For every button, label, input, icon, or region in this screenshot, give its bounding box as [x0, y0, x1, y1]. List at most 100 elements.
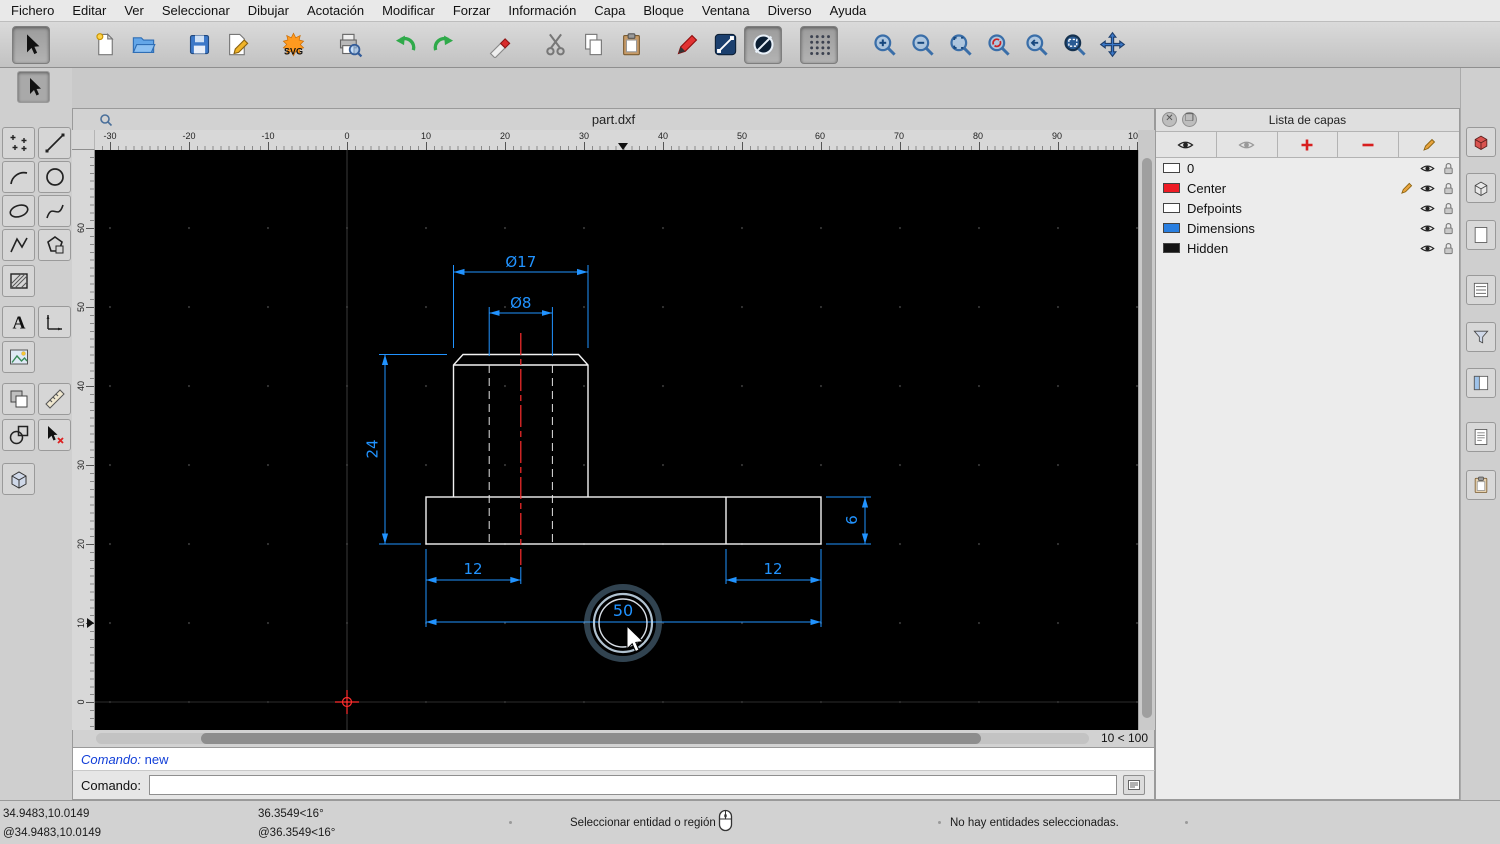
paste-button[interactable] — [612, 26, 650, 64]
show-all-layers-button[interactable] — [1156, 132, 1217, 157]
vertical-scrollbar-thumb[interactable] — [1142, 158, 1152, 718]
tool-circle[interactable] — [38, 161, 71, 193]
palette-select-button[interactable] — [17, 71, 50, 103]
menu-forzar[interactable]: Forzar — [444, 3, 500, 18]
layer-panel-header: ✕ ❐ Lista de capas — [1156, 109, 1459, 132]
zoom-redraw-button[interactable] — [979, 26, 1017, 64]
tool-modify[interactable] — [2, 419, 35, 451]
open-file-button[interactable] — [124, 26, 162, 64]
print-preview-button[interactable] — [330, 26, 368, 64]
tool-draw-order[interactable] — [2, 383, 35, 415]
tool-solid[interactable] — [2, 463, 35, 495]
new-file-button[interactable] — [86, 26, 124, 64]
dock-sheet-button[interactable] — [1466, 220, 1496, 250]
dock-notes-button[interactable] — [1466, 422, 1496, 452]
tool-measure[interactable] — [38, 383, 71, 415]
select-button[interactable] — [12, 26, 50, 64]
copy-icon — [580, 31, 607, 58]
menu-seleccionar[interactable]: Seleccionar — [153, 3, 239, 18]
layer-lock-toggle[interactable] — [1438, 222, 1459, 235]
grid-toggle-button[interactable] — [800, 26, 838, 64]
close-panel-button[interactable]: ✕ — [1162, 112, 1177, 127]
tool-spline[interactable] — [38, 195, 71, 227]
drawing-canvas[interactable]: Ø17 Ø8 24 6 12 12 50 — [95, 150, 1138, 730]
menu-dibujar[interactable]: Dibujar — [239, 3, 298, 18]
eraser-button[interactable] — [480, 26, 518, 64]
save-as-button[interactable] — [218, 26, 256, 64]
eye-icon — [1177, 139, 1194, 151]
horizontal-scrollbar-thumb[interactable] — [201, 733, 981, 744]
document-window-icon — [99, 113, 113, 127]
command-panel-button[interactable] — [1123, 775, 1145, 795]
layer-lock-toggle[interactable] — [1438, 162, 1459, 175]
tool-ellipse[interactable] — [2, 195, 35, 227]
dock-layer-list-button[interactable] — [1466, 275, 1496, 305]
add-layer-button[interactable] — [1278, 132, 1339, 157]
dock-block-button[interactable] — [1466, 173, 1496, 203]
pen-attributes-button[interactable] — [668, 26, 706, 64]
zoom-in-button[interactable] — [865, 26, 903, 64]
horizontal-scrollbar[interactable] — [96, 733, 1089, 744]
dock-library-button[interactable] — [1466, 127, 1496, 157]
cut-button[interactable] — [536, 26, 574, 64]
zoom-out-button[interactable] — [903, 26, 941, 64]
menu-editar[interactable]: Editar — [63, 3, 115, 18]
menu-acotacion[interactable]: Acotación — [298, 3, 373, 18]
layer-row-dimensions[interactable]: Dimensions — [1156, 218, 1459, 238]
zoom-auto-button[interactable] — [941, 26, 979, 64]
layer-row-defpoints[interactable]: Defpoints — [1156, 198, 1459, 218]
menu-modificar[interactable]: Modificar — [373, 3, 444, 18]
cube-outline-icon — [1471, 178, 1491, 198]
undo-button[interactable] — [386, 26, 424, 64]
undock-panel-button[interactable]: ❐ — [1182, 112, 1197, 127]
menu-diverso[interactable]: Diverso — [759, 3, 821, 18]
layer-row-0[interactable]: 0 — [1156, 158, 1459, 178]
menu-informacion[interactable]: Información — [499, 3, 585, 18]
hruler-label: -10 — [261, 131, 274, 141]
tool-hatch[interactable] — [2, 265, 35, 297]
pan-button[interactable] — [1093, 26, 1131, 64]
tool-arc[interactable] — [2, 161, 35, 193]
layer-lock-toggle[interactable] — [1438, 182, 1459, 195]
dock-properties-button[interactable] — [1466, 368, 1496, 398]
redo-button[interactable] — [424, 26, 462, 64]
menu-ayuda[interactable]: Ayuda — [821, 3, 876, 18]
layer-visibility-toggle[interactable] — [1417, 203, 1438, 214]
save-button[interactable] — [180, 26, 218, 64]
tool-dimension[interactable] — [38, 306, 71, 338]
copy-button[interactable] — [574, 26, 612, 64]
hruler-label: 60 — [815, 131, 825, 141]
zoom-window-button[interactable] — [1055, 26, 1093, 64]
zoom-previous-button[interactable] — [1017, 26, 1055, 64]
line-attributes-button[interactable] — [706, 26, 744, 64]
menu-ventana[interactable]: Ventana — [693, 3, 759, 18]
tool-snap[interactable] — [38, 419, 71, 451]
vertical-scrollbar[interactable] — [1138, 150, 1155, 730]
layer-lock-toggle[interactable] — [1438, 242, 1459, 255]
draft-mode-button[interactable] — [744, 26, 782, 64]
layer-row-hidden[interactable]: Hidden — [1156, 238, 1459, 258]
remove-layer-button[interactable] — [1338, 132, 1399, 157]
tool-image[interactable] — [2, 341, 35, 373]
tool-points[interactable] — [2, 127, 35, 159]
command-input[interactable] — [149, 775, 1117, 795]
tool-polygon[interactable] — [38, 229, 71, 261]
menu-bloque[interactable]: Bloque — [634, 3, 692, 18]
dock-filter-button[interactable] — [1466, 322, 1496, 352]
layer-lock-toggle[interactable] — [1438, 202, 1459, 215]
hide-all-layers-button[interactable] — [1217, 132, 1278, 157]
menu-ver[interactable]: Ver — [115, 3, 153, 18]
menu-capa[interactable]: Capa — [585, 3, 634, 18]
layer-visibility-toggle[interactable] — [1417, 183, 1438, 194]
layer-visibility-toggle[interactable] — [1417, 243, 1438, 254]
svg-export-button[interactable]: SVG — [274, 26, 312, 64]
tool-text[interactable]: A — [2, 306, 35, 338]
dock-clipboard-button[interactable] — [1466, 470, 1496, 500]
layer-visibility-toggle[interactable] — [1417, 163, 1438, 174]
tool-polyline[interactable] — [2, 229, 35, 261]
tool-line[interactable] — [38, 127, 71, 159]
layer-row-center[interactable]: Center — [1156, 178, 1459, 198]
layer-visibility-toggle[interactable] — [1417, 223, 1438, 234]
edit-layer-button[interactable] — [1399, 132, 1459, 157]
menu-fichero[interactable]: Fichero — [2, 3, 63, 18]
